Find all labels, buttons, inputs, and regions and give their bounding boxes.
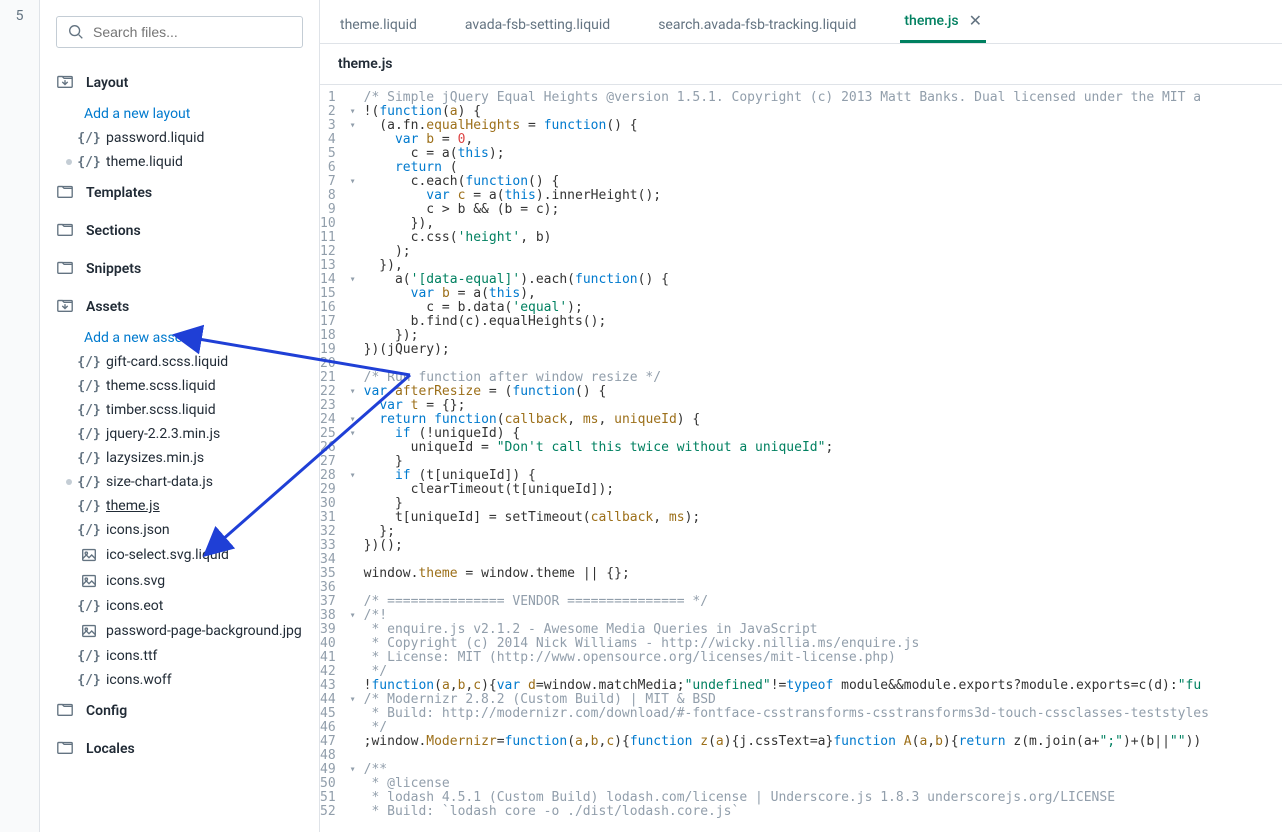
code-icon: {/} [80,155,98,170]
file-name: icons.eot [106,598,163,614]
code-icon: {/} [80,599,98,614]
modified-dot [66,159,72,165]
tab-label: avada-fsb-setting.liquid [465,17,610,33]
file-path: theme.js [320,44,1282,85]
section-sections[interactable]: Sections [56,212,303,250]
file-name: icons.json [106,522,170,538]
file-name: jquery-2.2.3.min.js [106,426,220,442]
folder-icon [56,296,74,318]
code-icon: {/} [80,403,98,418]
file-item[interactable]: {/} icons.json [56,518,303,542]
file-item[interactable]: {/} icons.eot [56,594,303,618]
tab[interactable]: avada-fsb-setting.liquid [461,7,614,43]
file-name: ico-select.svg.liquid [106,547,229,563]
tab-bar: theme.liquid avada-fsb-setting.liquid sear… [320,0,1282,44]
section-templates[interactable]: Templates [56,174,303,212]
section-label: Snippets [86,261,141,277]
section-label: Sections [86,223,141,239]
folder-icon [56,258,74,280]
file-item[interactable]: {/} theme.scss.liquid [56,374,303,398]
tab[interactable]: theme.js ✕ [900,1,986,43]
section-label: Locales [86,741,135,757]
section-label: Templates [86,185,152,201]
file-item[interactable]: {/} password.liquid [56,126,303,150]
editor-pane: theme.liquid avada-fsb-setting.liquid sear… [320,0,1282,832]
file-name: size-chart-data.js [106,474,213,490]
file-item[interactable]: {/} lazysizes.min.js [56,446,303,470]
left-rail: 5 [0,0,40,832]
section-snippets[interactable]: Snippets [56,250,303,288]
section-config[interactable]: Config [56,692,303,730]
file-item[interactable]: {/} jquery-2.2.3.min.js [56,422,303,446]
tab[interactable]: theme.liquid [336,7,421,43]
file-name: password.liquid [106,130,204,146]
file-explorer: Layout Add a new layout {/} password.liquid… [40,0,320,832]
folder-icon [56,738,74,760]
code-editor[interactable]: 1234567891011121314151617181920212223242… [320,85,1282,832]
code-icon: {/} [80,475,98,490]
file-item[interactable]: password-page-background.jpg [56,618,303,644]
code-icon: {/} [80,355,98,370]
file-item[interactable]: {/} size-chart-data.js [56,470,303,494]
code-icon: {/} [80,379,98,394]
file-name: theme.js [106,498,160,514]
search-input[interactable] [93,24,292,40]
code-icon: {/} [80,673,98,688]
section-locales[interactable]: Locales [56,730,303,768]
folder-icon [56,220,74,242]
file-item[interactable]: {/} theme.js [56,494,303,518]
tab-label: theme.js [904,13,958,29]
close-icon[interactable]: ✕ [969,11,982,30]
search-icon [67,23,85,41]
section-layout[interactable]: Layout [56,64,303,102]
file-item[interactable]: {/} icons.ttf [56,644,303,668]
file-name: theme.scss.liquid [106,378,216,394]
section-label: Config [86,703,127,719]
add-new-link[interactable]: Add a new layout [56,102,303,126]
code-icon: {/} [80,451,98,466]
file-item[interactable]: {/} gift-card.scss.liquid [56,350,303,374]
tab[interactable]: search.avada-fsb-tracking.liquid [654,7,860,43]
file-name: icons.woff [106,672,172,688]
file-name: timber.scss.liquid [106,402,216,418]
file-item[interactable]: {/} icons.woff [56,668,303,692]
file-name: password-page-background.jpg [106,623,302,639]
file-item[interactable]: {/} theme.liquid [56,150,303,174]
file-name: gift-card.scss.liquid [106,354,228,370]
modified-dot [66,479,72,485]
tab-label: search.avada-fsb-tracking.liquid [658,17,856,33]
rail-number: 5 [16,8,24,24]
code-icon: {/} [80,523,98,538]
add-new-link[interactable]: Add a new asset [56,326,303,350]
folder-icon [56,182,74,204]
file-item[interactable]: ico-select.svg.liquid [56,542,303,568]
code-icon: {/} [80,649,98,664]
image-icon [80,572,98,590]
code-icon: {/} [80,131,98,146]
file-item[interactable]: {/} timber.scss.liquid [56,398,303,422]
file-name: lazysizes.min.js [106,450,204,466]
code-icon: {/} [80,427,98,442]
file-item[interactable]: icons.svg [56,568,303,594]
code-icon: {/} [80,499,98,514]
section-label: Layout [86,75,128,91]
image-icon [80,622,98,640]
section-label: Assets [86,299,129,315]
file-name: theme.liquid [106,154,183,170]
image-icon [80,546,98,564]
section-assets[interactable]: Assets [56,288,303,326]
file-name: icons.ttf [106,648,157,664]
folder-icon [56,72,74,94]
tab-label: theme.liquid [340,17,417,33]
search-input-wrapper[interactable] [56,16,303,48]
file-name: icons.svg [106,573,165,589]
folder-icon [56,700,74,722]
